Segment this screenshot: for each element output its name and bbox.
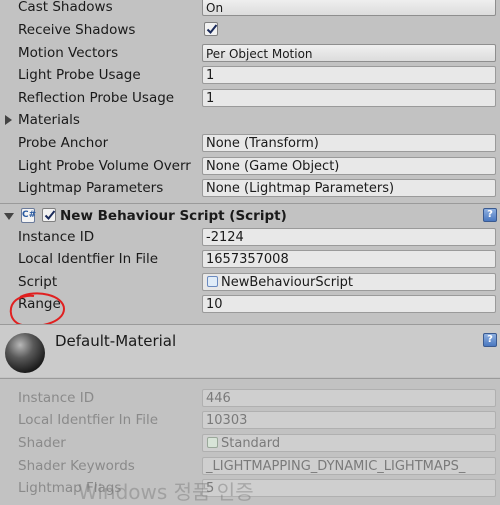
script-file-icon: C# bbox=[21, 208, 36, 223]
probe-anchor-row: Probe Anchor None (Transform) bbox=[0, 132, 500, 154]
instance-id-row: Instance ID -2124 bbox=[0, 226, 500, 248]
cast-shadows-label: Cast Shadows bbox=[18, 0, 113, 15]
material-local-identifier-row: Local Identfier In File 10303 bbox=[0, 409, 500, 431]
range-row: Range 10 bbox=[0, 293, 500, 315]
lightmap-parameters-label: Lightmap Parameters bbox=[18, 180, 164, 196]
materials-label: Materials bbox=[18, 112, 80, 128]
script-row: Script NewBehaviourScript bbox=[0, 271, 500, 293]
material-shader-field: Standard bbox=[202, 434, 496, 452]
receive-shadows-checkbox[interactable] bbox=[204, 22, 218, 36]
receive-shadows-row: Receive Shadows bbox=[0, 19, 500, 41]
script-label: Script bbox=[18, 274, 58, 290]
light-probe-volume-field[interactable]: None (Game Object) bbox=[202, 157, 496, 175]
material-shader-label: Shader bbox=[18, 435, 66, 451]
foldout-arrow-icon[interactable] bbox=[5, 115, 12, 125]
shader-asset-icon bbox=[207, 437, 218, 448]
material-lightmap-flags-field: 5 bbox=[202, 479, 496, 497]
script-component-title: New Behaviour Script (Script) bbox=[60, 208, 287, 224]
material-shader-row: Shader Standard bbox=[0, 432, 500, 454]
foldout-arrow-icon[interactable] bbox=[4, 213, 14, 220]
material-header[interactable]: Default-Material ? bbox=[0, 325, 500, 377]
instance-id-field[interactable]: -2124 bbox=[202, 228, 496, 246]
probe-anchor-field[interactable]: None (Transform) bbox=[202, 134, 496, 152]
material-shader-keywords-row: Shader Keywords _LIGHTMAPPING_DYNAMIC_LI… bbox=[0, 455, 500, 477]
lightmap-parameters-field[interactable]: None (Lightmap Parameters) bbox=[202, 179, 496, 197]
material-local-identifier-label: Local Identfier In File bbox=[18, 412, 159, 428]
script-component-header[interactable]: C# New Behaviour Script (Script) ? bbox=[0, 205, 500, 227]
material-instance-id-label: Instance ID bbox=[18, 390, 95, 406]
script-value: NewBehaviourScript bbox=[221, 275, 354, 290]
probe-anchor-label: Probe Anchor bbox=[18, 135, 109, 151]
material-shader-keywords-field: _LIGHTMAPPING_DYNAMIC_LIGHTMAPS_ bbox=[202, 457, 496, 475]
material-local-identifier-field: 10303 bbox=[202, 411, 496, 429]
cast-shadows-row: Cast Shadows On bbox=[0, 0, 500, 18]
range-field[interactable]: 10 bbox=[202, 295, 496, 313]
reflection-probe-usage-row: Reflection Probe Usage 1 bbox=[0, 87, 500, 109]
material-fields-divider bbox=[0, 378, 500, 379]
local-identifier-row: Local Identfier In File 1657357008 bbox=[0, 248, 500, 270]
local-identifier-field[interactable]: 1657357008 bbox=[202, 250, 496, 268]
motion-vectors-row: Motion Vectors Per Object Motion bbox=[0, 42, 500, 64]
reflection-probe-usage-label: Reflection Probe Usage bbox=[18, 90, 175, 106]
reflection-probe-usage-field[interactable]: 1 bbox=[202, 89, 496, 107]
materials-foldout[interactable]: Materials bbox=[0, 109, 500, 131]
material-shader-keywords-label: Shader Keywords bbox=[18, 458, 135, 474]
material-instance-id-field: 446 bbox=[202, 389, 496, 407]
material-shader-value: Standard bbox=[221, 436, 281, 451]
material-lightmap-flags-label: Lightmap Flags bbox=[18, 480, 122, 496]
checkmark-icon bbox=[206, 24, 218, 34]
motion-vectors-label: Motion Vectors bbox=[18, 45, 119, 61]
light-probe-usage-row: Light Probe Usage 1 bbox=[0, 64, 500, 86]
motion-vectors-dropdown[interactable]: Per Object Motion bbox=[202, 44, 496, 62]
cast-shadows-dropdown[interactable]: On bbox=[202, 0, 496, 16]
light-probe-volume-label: Light Probe Volume Overr bbox=[18, 158, 191, 174]
material-lightmap-flags-row: Lightmap Flags 5 bbox=[0, 477, 500, 499]
help-icon[interactable]: ? bbox=[483, 208, 497, 222]
script-field[interactable]: NewBehaviourScript bbox=[202, 273, 496, 291]
light-probe-usage-field[interactable]: 1 bbox=[202, 66, 496, 84]
material-instance-id-row: Instance ID 446 bbox=[0, 387, 500, 409]
local-identifier-label: Local Identfier In File bbox=[18, 251, 159, 267]
material-name: Default-Material bbox=[55, 332, 177, 350]
checkmark-icon bbox=[44, 210, 56, 220]
material-preview-sphere bbox=[5, 333, 45, 373]
script-enabled-checkbox[interactable] bbox=[42, 208, 56, 222]
instance-id-label: Instance ID bbox=[18, 229, 95, 245]
light-probe-volume-row: Light Probe Volume Overr None (Game Obje… bbox=[0, 155, 500, 177]
lightmap-parameters-row: Lightmap Parameters None (Lightmap Param… bbox=[0, 177, 500, 199]
script-asset-icon bbox=[207, 276, 218, 287]
help-icon[interactable]: ? bbox=[483, 333, 497, 347]
component-divider bbox=[0, 203, 500, 204]
receive-shadows-label: Receive Shadows bbox=[18, 22, 136, 38]
light-probe-usage-label: Light Probe Usage bbox=[18, 67, 141, 83]
